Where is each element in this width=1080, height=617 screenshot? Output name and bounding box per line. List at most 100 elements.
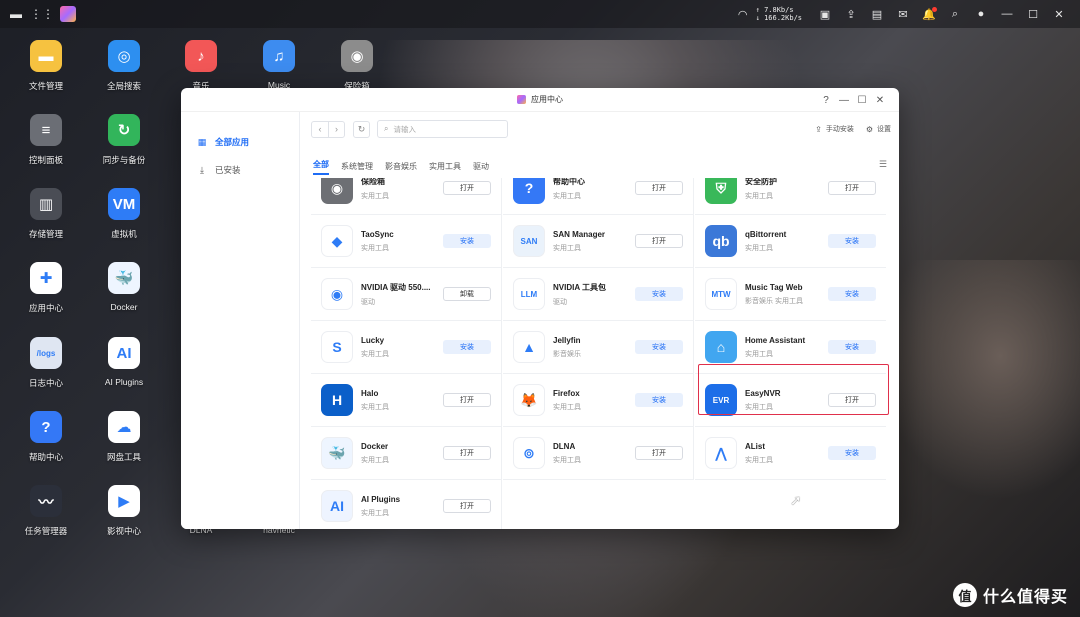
window-close-icon[interactable]: ✕ xyxy=(871,95,889,106)
desktop-icon[interactable]: 〰任务管理器 xyxy=(11,485,81,537)
window-titlebar[interactable]: 应用中心 ? — ☐ ✕ xyxy=(181,88,899,112)
app-category: 实用工具 xyxy=(361,244,389,252)
app-card[interactable]: SAN SAN Manager 实用工具 打开 xyxy=(503,215,694,268)
app-icon: ⌂ xyxy=(705,331,737,363)
user-icon[interactable]: ● xyxy=(974,7,988,21)
desktop-icon[interactable]: ✚ 应用中心 xyxy=(11,262,81,314)
desktop-icon[interactable]: ▬ 文件管理 xyxy=(11,40,81,92)
install-button[interactable]: 安装 xyxy=(443,340,491,354)
desktop-app-icon: ≡ xyxy=(30,114,62,146)
app-card[interactable]: qb qBittorrent 实用工具 安装 xyxy=(695,215,886,268)
app-category: 实用工具 xyxy=(553,244,581,252)
network-monitor-icon[interactable]: ◠ xyxy=(736,7,750,21)
app-category: 实用工具 xyxy=(745,456,773,464)
desktop-icon[interactable]: ◉ 保险箱 xyxy=(322,40,392,92)
app-card[interactable]: S Lucky 实用工具 安装 xyxy=(311,321,502,374)
desktop-icon[interactable]: ♫ Music xyxy=(244,40,314,90)
desktop-icon[interactable]: ♪ 音乐 xyxy=(166,40,236,92)
app-card[interactable]: ◉ NVIDIA 驱动 550.... 驱动 卸载 xyxy=(311,268,502,321)
app-card[interactable]: ⛨ 安全防护 实用工具 打开 xyxy=(695,178,886,215)
minimize-icon[interactable]: — xyxy=(1000,7,1014,21)
close-icon[interactable]: ✕ xyxy=(1052,7,1066,21)
app-category: 实用工具 xyxy=(553,456,581,464)
window-minimize-icon[interactable]: — xyxy=(835,95,853,106)
install-button[interactable]: 安装 xyxy=(828,340,876,354)
app-card[interactable]: EVR EasyNVR 实用工具 打开 xyxy=(695,374,886,427)
app-card[interactable]: MTW Music Tag Web 影音娱乐 实用工具 安装 xyxy=(695,268,886,321)
desktop-icon[interactable]: ▥ 存储管理 xyxy=(11,188,81,240)
storage-icon[interactable]: ▣ xyxy=(818,7,832,21)
desktop-icon[interactable]: VM 虚拟机 xyxy=(89,188,159,240)
desktop-icon[interactable]: /logs 日志中心 xyxy=(11,337,81,389)
install-button[interactable]: 安装 xyxy=(828,287,876,301)
sidebar-item-installed[interactable]: ⤓ 已安装 xyxy=(181,156,299,184)
window-maximize-icon[interactable]: ☐ xyxy=(853,95,871,106)
desktop-icon[interactable]: ◎ 全局搜索 xyxy=(89,40,159,92)
search-input[interactable]: ⌕ 请输入 xyxy=(377,120,508,138)
open-button[interactable]: 打开 xyxy=(443,499,491,513)
manual-install-button[interactable]: ⇪ 手动安装 xyxy=(815,124,854,134)
maximize-icon[interactable]: ☐ xyxy=(1026,7,1040,21)
install-button[interactable]: 安装 xyxy=(828,446,876,460)
forward-icon[interactable]: › xyxy=(328,121,344,137)
monitor-icon[interactable]: ▤ xyxy=(870,7,884,21)
app-card[interactable]: ⋀ AList 实用工具 安装 xyxy=(695,427,886,480)
filter-icon[interactable]: ☰ xyxy=(879,159,887,170)
desktop-icon[interactable]: ☁ 网盘工具 xyxy=(89,411,159,463)
sidebar-item-label: 已安装 xyxy=(215,165,241,175)
watermark-logo: 值 xyxy=(952,583,977,607)
app-name: EasyNVR xyxy=(745,388,781,398)
desktop-icon[interactable]: 🐳 Docker xyxy=(89,262,159,312)
tab-system[interactable]: 系统管理 xyxy=(341,161,373,175)
app-card[interactable]: ⌂ Home Assistant 实用工具 安装 xyxy=(695,321,886,374)
install-button[interactable]: 安装 xyxy=(635,393,683,407)
sidebar-item-all-apps[interactable]: ▦ 全部应用 xyxy=(181,128,299,156)
install-button[interactable]: 安装 xyxy=(635,340,683,354)
desktop-icon[interactable]: ↻ 同步与备份 xyxy=(89,114,159,166)
app-card[interactable]: ⊚ DLNA 实用工具 打开 xyxy=(503,427,694,480)
open-button[interactable]: 打开 xyxy=(443,393,491,407)
open-button[interactable]: 打开 xyxy=(443,446,491,460)
app-card[interactable]: ◉ 保险箱 实用工具 打开 xyxy=(311,178,502,215)
install-button[interactable]: 安装 xyxy=(443,234,491,248)
app-card[interactable]: ? 帮助中心 实用工具 打开 xyxy=(503,178,694,215)
app-card[interactable]: AI AI Plugins 实用工具 打开 xyxy=(311,480,502,529)
app-icon: ▲ xyxy=(513,331,545,363)
app-center-taskbar-icon[interactable] xyxy=(60,6,76,22)
search-icon[interactable]: ⌕ xyxy=(948,7,962,21)
tab-driver[interactable]: 驱动 xyxy=(473,161,489,175)
app-card[interactable]: LLM NVIDIA 工具包 驱动 安装 xyxy=(503,268,694,321)
settings-button[interactable]: ⚙ 设置 xyxy=(866,124,891,134)
app-card[interactable]: H Halo 实用工具 打开 xyxy=(311,374,502,427)
notification-icon[interactable]: 🔔 xyxy=(922,7,937,21)
desktop-icon[interactable]: ? 帮助中心 xyxy=(11,411,81,463)
desktop-icon[interactable]: AI AI Plugins xyxy=(89,337,159,387)
help-icon[interactable]: ? xyxy=(817,95,835,106)
open-button[interactable]: 打开 xyxy=(828,393,876,407)
desktop-icon[interactable]: ▶ 影视中心 xyxy=(89,485,159,537)
uninstall-button[interactable]: 卸载 xyxy=(443,287,491,301)
install-button[interactable]: 安装 xyxy=(635,287,683,301)
tab-all[interactable]: 全部 xyxy=(313,159,329,175)
app-card[interactable]: ◆ TaoSync 实用工具 安装 xyxy=(311,215,502,268)
desktop-icon-label: 全局搜索 xyxy=(106,81,141,91)
message-icon[interactable]: ✉ xyxy=(896,7,910,21)
open-button[interactable]: 打开 xyxy=(635,181,683,195)
open-button[interactable]: 打开 xyxy=(635,234,683,248)
open-button[interactable]: 打开 xyxy=(443,181,491,195)
refresh-icon[interactable]: ↻ xyxy=(353,120,370,138)
tab-media[interactable]: 影音娱乐 xyxy=(385,161,417,175)
app-card[interactable]: 🦊 Firefox 实用工具 安装 xyxy=(503,374,694,427)
open-button[interactable]: 打开 xyxy=(828,181,876,195)
desktop-icon-label: 虚拟机 xyxy=(111,229,137,239)
app-card[interactable]: ▲ Jellyfin 影音娱乐 安装 xyxy=(503,321,694,374)
upload-icon[interactable]: ⇪ xyxy=(844,7,858,21)
back-icon[interactable]: ‹ xyxy=(312,122,328,137)
show-desktop-icon[interactable]: ▬ xyxy=(8,6,24,22)
tab-utility[interactable]: 实用工具 xyxy=(429,161,461,175)
open-button[interactable]: 打开 xyxy=(635,446,683,460)
app-card[interactable]: 🐳 Docker 实用工具 打开 xyxy=(311,427,502,480)
app-grid-icon[interactable]: ⋮⋮ xyxy=(30,6,54,22)
install-button[interactable]: 安装 xyxy=(828,234,876,248)
desktop-icon[interactable]: ≡ 控制面板 xyxy=(11,114,81,166)
